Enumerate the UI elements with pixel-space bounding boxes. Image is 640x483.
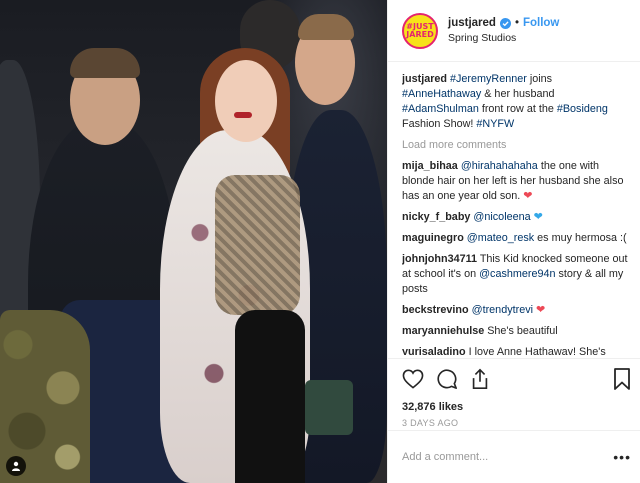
mention-link[interactable]: @mateo_resk [467,232,534,244]
comment-icon[interactable] [436,368,458,390]
post-date[interactable]: 3 DAYS AGO [402,418,631,428]
user-tag-icon[interactable] [6,456,26,476]
mention-link[interactable]: #Bosideng [557,103,608,115]
comment-item: beckstrevino @trendytrevi ❤ [402,303,632,318]
add-comment-input[interactable] [402,451,614,463]
plaid-sleeve [215,175,300,315]
mention-link[interactable]: @trendytrevi [472,304,533,316]
follow-button[interactable]: Follow [523,17,559,29]
comment-username[interactable]: mija_bihaa [402,160,458,172]
username-link[interactable]: justjared [448,17,496,29]
comment-username[interactable]: johnjohn34711 [402,253,477,265]
heart-emoji-icon: ❤ [533,211,543,223]
share-icon[interactable] [470,368,490,390]
comment-text: es muy hermosa :( [534,232,627,244]
comment-text: front row at the [478,103,557,115]
anne-hathaway-head [215,60,277,142]
post-header: #JUST JARED justjared • Follow Spring St… [388,0,640,62]
comment-text: I love Anne Hathaway! She's [468,346,606,355]
adam-shulman-hair [298,14,354,40]
comment-text: Fashion Show! [402,118,477,130]
load-more-comments-button[interactable]: Load more comments [402,138,632,153]
mention-link[interactable]: @nicoleena [473,211,530,223]
more-options-icon[interactable]: ••• [613,449,631,465]
comment-item: mija_bihaa @hirahahahaha the one with bl… [402,159,632,204]
post-side-panel: #JUST JARED justjared • Follow Spring St… [387,0,640,483]
location-link[interactable]: Spring Studios [448,32,559,44]
separator-dot: • [514,17,519,29]
add-comment-bar: ••• [388,430,640,483]
comment-item: maguinegro @mateo_resk es muy hermosa :( [402,231,632,246]
comment-text: joins [526,73,553,85]
caption: justjared #JeremyRenner joins #AnneHatha… [402,72,632,132]
mention-link[interactable]: #AdamShulman [402,103,479,115]
mention-link[interactable]: #JeremyRenner [450,73,527,85]
green-handbag [305,380,353,435]
heart-emoji-icon: ❤ [523,190,533,202]
comment-text: & her husband [481,88,555,100]
comment-text: She's beautiful [487,325,558,337]
verified-badge-icon [499,17,511,29]
comment-item: maryanniehulse She's beautiful [402,324,632,339]
heart-emoji-icon: ❤ [536,304,546,316]
comment-username[interactable]: yurisaladino [402,346,466,355]
comment-item: yurisaladino I love Anne Hathaway! She's [402,345,632,355]
bookmark-icon[interactable] [613,368,631,390]
jeremy-renner-hair [70,48,140,78]
mention-link[interactable]: @hirahahahaha [461,160,538,172]
comment-username[interactable]: justjared [402,73,447,85]
mention-link[interactable]: #AnneHathaway [402,88,481,100]
mention-link[interactable]: #NYFW [476,118,514,130]
mention-link[interactable]: @cashmere94n [479,268,555,280]
comment-item: johnjohn34711 This Kid knocked someone o… [402,252,632,297]
red-lips [234,112,252,118]
post-photo[interactable] [0,0,387,483]
avatar-logo-text: #JUST JARED [406,21,434,39]
like-count[interactable]: 32,876 likes [402,401,631,413]
comment-username[interactable]: maryanniehulse [402,325,484,337]
heart-icon[interactable] [402,369,424,389]
comment-username[interactable]: nicky_f_baby [402,211,470,223]
comment-username[interactable]: maguinegro [402,232,464,244]
comment-username[interactable]: beckstrevino [402,304,469,316]
comment-list[interactable]: justjared #JeremyRenner joins #AnneHatha… [402,72,632,355]
anne-hathaway-legs [235,310,305,483]
comment-item: nicky_f_baby @nicoleena ❤ [402,210,632,225]
avatar[interactable]: #JUST JARED [402,12,438,49]
